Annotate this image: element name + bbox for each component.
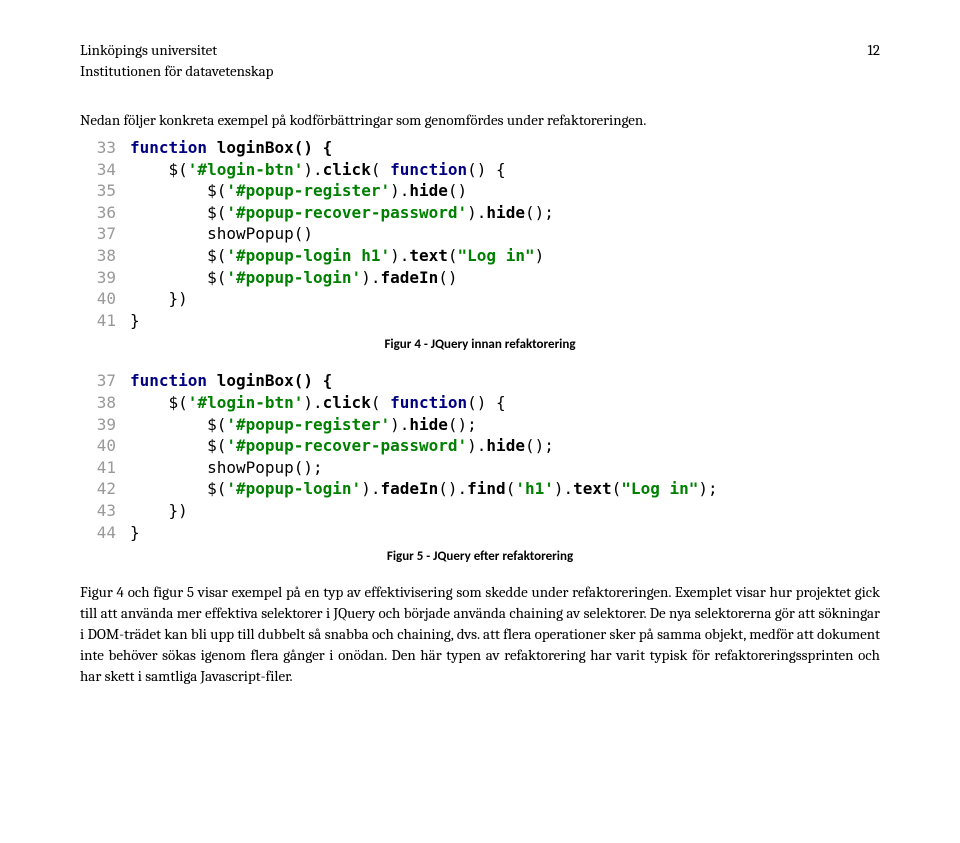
code-content: $('#popup-register').hide();: [130, 414, 880, 436]
line-number: 36: [80, 202, 130, 224]
code-content: }): [130, 288, 880, 310]
code-line: 33function loginBox() {: [80, 137, 880, 159]
code-content: $('#popup-recover-password').hide();: [130, 435, 880, 457]
code-content: $('#popup-login h1').text("Log in"): [130, 245, 880, 267]
code-figure-4: 33function loginBox() {34 $('#login-btn'…: [80, 137, 880, 331]
caption-figure-5: Figur 5 - JQuery efter refaktorering: [80, 549, 880, 564]
code-line: 34 $('#login-btn').click( function() {: [80, 159, 880, 181]
code-line: 42 $('#popup-login').fadeIn().find('h1')…: [80, 478, 880, 500]
page-header: Linköpings universitet Institutionen för…: [80, 40, 880, 82]
header-page-number: 12: [867, 40, 880, 82]
code-line: 37function loginBox() {: [80, 370, 880, 392]
line-number: 38: [80, 245, 130, 267]
line-number: 44: [80, 522, 130, 544]
code-content: $('#login-btn').click( function() {: [130, 159, 880, 181]
code-line: 39 $('#popup-login').fadeIn(): [80, 267, 880, 289]
code-content: showPopup();: [130, 457, 880, 479]
caption-figure-4: Figur 4 - JQuery innan refaktorering: [80, 337, 880, 352]
line-number: 40: [80, 435, 130, 457]
code-content: showPopup(): [130, 223, 880, 245]
code-content: function loginBox() {: [130, 370, 880, 392]
code-line: 43 }): [80, 500, 880, 522]
code-content: $('#popup-recover-password').hide();: [130, 202, 880, 224]
header-line2: Institutionen för datavetenskap: [80, 61, 273, 82]
line-number: 40: [80, 288, 130, 310]
line-number: 39: [80, 414, 130, 436]
code-line: 38 $('#login-btn').click( function() {: [80, 392, 880, 414]
code-line: 35 $('#popup-register').hide(): [80, 180, 880, 202]
line-number: 41: [80, 457, 130, 479]
header-left: Linköpings universitet Institutionen för…: [80, 40, 273, 82]
code-line: 41 showPopup();: [80, 457, 880, 479]
code-figure-5: 37function loginBox() {38 $('#login-btn'…: [80, 370, 880, 543]
code-content: }): [130, 500, 880, 522]
line-number: 39: [80, 267, 130, 289]
code-line: 41}: [80, 310, 880, 332]
header-line1: Linköpings universitet: [80, 40, 273, 61]
code-content: $('#login-btn').click( function() {: [130, 392, 880, 414]
line-number: 41: [80, 310, 130, 332]
code-line: 40 }): [80, 288, 880, 310]
line-number: 33: [80, 137, 130, 159]
code-content: function loginBox() {: [130, 137, 880, 159]
code-line: 36 $('#popup-recover-password').hide();: [80, 202, 880, 224]
code-content: }: [130, 522, 880, 544]
line-number: 37: [80, 370, 130, 392]
code-content: }: [130, 310, 880, 332]
code-content: $('#popup-login').fadeIn().find('h1').te…: [130, 478, 880, 500]
code-content: $('#popup-register').hide(): [130, 180, 880, 202]
code-line: 44}: [80, 522, 880, 544]
line-number: 34: [80, 159, 130, 181]
line-number: 42: [80, 478, 130, 500]
code-content: $('#popup-login').fadeIn(): [130, 267, 880, 289]
code-line: 40 $('#popup-recover-password').hide();: [80, 435, 880, 457]
body-paragraph: Figur 4 och figur 5 visar exempel på en …: [80, 582, 880, 687]
line-number: 37: [80, 223, 130, 245]
code-line: 37 showPopup(): [80, 223, 880, 245]
code-line: 39 $('#popup-register').hide();: [80, 414, 880, 436]
line-number: 35: [80, 180, 130, 202]
line-number: 43: [80, 500, 130, 522]
intro-paragraph: Nedan följer konkreta exempel på kodförb…: [80, 110, 880, 131]
line-number: 38: [80, 392, 130, 414]
code-line: 38 $('#popup-login h1').text("Log in"): [80, 245, 880, 267]
